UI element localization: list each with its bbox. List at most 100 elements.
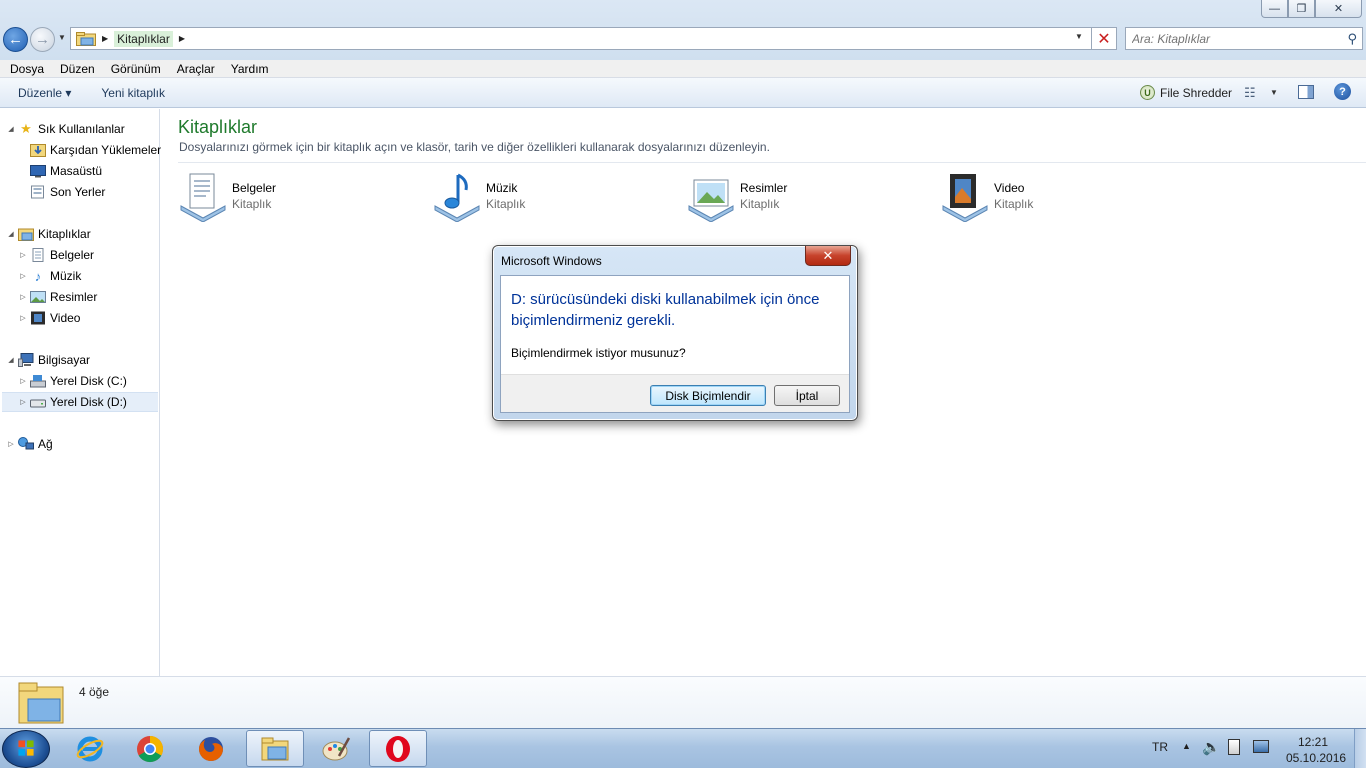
file-shredder-button[interactable]: U File Shredder (1140, 85, 1232, 100)
documents-library-icon (180, 173, 226, 222)
expand-arrow-icon[interactable]: ▷ (6, 440, 16, 448)
firefox-icon (199, 736, 223, 761)
taskbar-windows-explorer[interactable] (246, 730, 304, 767)
downloads-folder-icon (30, 144, 46, 157)
recent-pages-dropdown[interactable]: ▼ (58, 33, 68, 45)
nav-network[interactable]: ▷ Ağ (6, 434, 53, 454)
breadcrumb-separator-icon[interactable]: ▶ (102, 34, 108, 43)
expand-arrow-icon[interactable]: ▷ (18, 377, 28, 385)
breadcrumb-libraries[interactable]: Kitaplıklar (114, 30, 173, 47)
nav-computer[interactable]: ◢ Bilgisayar (6, 350, 90, 370)
menu-tools[interactable]: Araçlar (168, 62, 222, 76)
nav-item-pictures[interactable]: ▷ Resimler (18, 287, 97, 307)
address-bar[interactable]: ▶ Kitaplıklar ▶ ▼ ✕ (70, 27, 1117, 50)
nav-libraries[interactable]: ◢ Kitaplıklar (6, 224, 91, 244)
expand-arrow-icon[interactable]: ▷ (18, 272, 28, 280)
nav-favorites[interactable]: ◢ ★ Sık Kullanılanlar (6, 119, 124, 139)
volume-icon[interactable]: 🔈 (1202, 738, 1221, 756)
close-window-button[interactable]: ✕ (1315, 0, 1362, 18)
dialog-close-button[interactable]: ✕ (805, 246, 851, 266)
address-dropdown-icon[interactable]: ▼ (1075, 32, 1083, 41)
taskbar-paint[interactable] (307, 730, 365, 767)
forward-button[interactable]: → (30, 27, 55, 52)
view-options-dropdown-icon[interactable]: ▼ (1270, 88, 1278, 97)
nav-item-music[interactable]: ▷ ♪ Müzik (18, 266, 81, 286)
library-name: Video (994, 181, 1025, 195)
nav-item-downloads[interactable]: Karşıdan Yüklemeler (28, 140, 161, 160)
change-view-icon[interactable]: ☷ (1244, 85, 1256, 101)
menu-view[interactable]: Görünüm (102, 62, 168, 76)
arrow-right-icon: → (35, 31, 50, 48)
new-library-button[interactable]: Yeni kitaplık (93, 86, 173, 100)
nav-label: Bilgisayar (38, 353, 91, 367)
nav-label: Yerel Disk (C:) (50, 374, 127, 388)
maximize-button[interactable]: ❐ (1288, 0, 1315, 18)
network-icon (18, 437, 34, 450)
pictures-icon (30, 291, 46, 303)
menu-edit[interactable]: Düzen (51, 62, 102, 76)
library-tile-documents[interactable]: Belgeler Kitaplık (178, 172, 418, 224)
library-tile-pictures[interactable]: Resimler Kitaplık (686, 172, 926, 224)
network-status-icon[interactable] (1253, 740, 1269, 753)
format-disk-dialog: Microsoft Windows ✕ D: sürücüsündeki dis… (492, 245, 858, 421)
show-hidden-icons-icon[interactable]: ▲ (1182, 741, 1191, 751)
format-disk-button[interactable]: Disk Biçimlendir (650, 385, 766, 406)
computer-icon (18, 353, 34, 367)
breadcrumb-separator-icon[interactable]: ▶ (179, 34, 185, 43)
organize-button[interactable]: Düzenle ▾ (10, 86, 79, 100)
minimize-button[interactable]: — (1261, 0, 1288, 18)
expand-arrow-icon[interactable]: ▷ (18, 314, 28, 322)
taskbar-opera[interactable] (369, 730, 427, 767)
cancel-button[interactable]: İptal (774, 385, 840, 406)
clock-date[interactable]: 05.10.2016 (1286, 751, 1346, 765)
taskbar-chrome[interactable] (121, 730, 179, 767)
paint-icon (322, 736, 351, 760)
menu-help[interactable]: Yardım (222, 62, 276, 76)
nav-item-desktop[interactable]: Masaüstü (28, 161, 102, 181)
nav-item-drive-d[interactable]: ▷ Yerel Disk (D:) (2, 392, 158, 412)
preview-pane-icon[interactable] (1298, 85, 1314, 99)
library-tile-music[interactable]: Müzik Kitaplık (432, 172, 672, 224)
recent-places-icon (31, 185, 44, 199)
dialog-title: Microsoft Windows (501, 254, 602, 268)
back-button[interactable]: ← (3, 27, 28, 52)
nav-label: Kitaplıklar (38, 227, 91, 241)
search-icon[interactable]: ⚲ (1347, 31, 1357, 47)
nav-item-drive-c[interactable]: ▷ Yerel Disk (C:) (18, 371, 127, 391)
hard-drive-icon (30, 399, 46, 408)
menu-file[interactable]: Dosya (0, 62, 51, 76)
collapse-arrow-icon[interactable]: ◢ (6, 125, 16, 133)
language-indicator[interactable]: TR (1152, 740, 1168, 754)
show-desktop-button[interactable] (1354, 729, 1366, 768)
expand-arrow-icon[interactable]: ▷ (18, 398, 28, 406)
start-button[interactable] (2, 730, 50, 768)
taskbar: TR ▲ 🔈 12:21 05.10.2016 (0, 728, 1366, 768)
file-shredder-icon: U (1140, 85, 1155, 100)
taskbar-internet-explorer[interactable] (61, 730, 119, 767)
clock-time[interactable]: 12:21 (1298, 735, 1328, 749)
expand-arrow-icon[interactable]: ▷ (18, 293, 28, 301)
library-type: Kitaplık (486, 197, 526, 211)
nav-label: Video (50, 311, 81, 325)
command-bar: Düzenle ▾ Yeni kitaplık U File Shredder … (0, 78, 1366, 108)
dialog-body: D: sürücüsündeki diski kullanabilmek içi… (500, 275, 850, 413)
documents-icon (32, 248, 44, 262)
window-titlebar: — ❐ ✕ ← → ▼ ▶ Kitaplıklar ▶ ▼ ✕ ⚲ (0, 0, 1366, 60)
nav-item-documents[interactable]: ▷ Belgeler (18, 245, 94, 265)
help-icon[interactable]: ? (1334, 83, 1351, 100)
opera-icon (386, 735, 410, 762)
search-input[interactable] (1132, 31, 1332, 46)
collapse-arrow-icon[interactable]: ◢ (6, 356, 16, 364)
dialog-question: Biçimlendirmek istiyor musunuz? (511, 346, 686, 360)
collapse-arrow-icon[interactable]: ◢ (6, 230, 16, 238)
library-tile-video[interactable]: Video Kitaplık (940, 172, 1180, 224)
nav-item-recent-places[interactable]: Son Yerler (28, 182, 105, 202)
taskbar-firefox[interactable] (182, 730, 240, 767)
nav-label: Resimler (50, 290, 98, 304)
nav-label: Karşıdan Yüklemeler (50, 143, 162, 157)
expand-arrow-icon[interactable]: ▷ (18, 251, 28, 259)
search-box[interactable]: ⚲ (1125, 27, 1363, 50)
safely-remove-hardware-icon[interactable] (1228, 739, 1240, 755)
nav-item-video[interactable]: ▷ Video (18, 308, 80, 328)
stop-button[interactable]: ✕ (1091, 27, 1116, 50)
